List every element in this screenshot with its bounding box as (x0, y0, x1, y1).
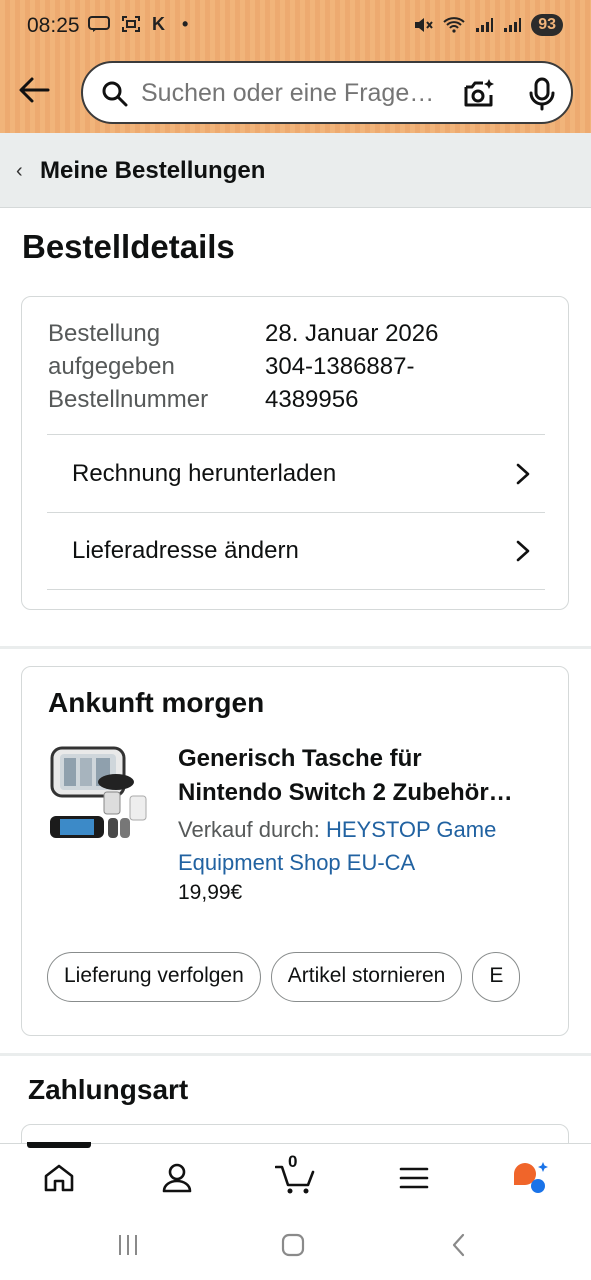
download-invoice-label: Rechnung herunterladen (72, 459, 337, 487)
section-divider (0, 1053, 591, 1056)
breadcrumb-label[interactable]: Meine Bestellungen (40, 157, 265, 185)
breadcrumb[interactable]: ‹ Meine Bestellungen (0, 133, 591, 208)
rufus-assistant-icon (514, 1162, 548, 1193)
chevron-right-icon (516, 463, 530, 484)
k-app-icon: K (152, 14, 172, 34)
placed-label-line1: Bestellung (48, 320, 161, 347)
seller-prefix: Verkauf durch: (178, 817, 326, 842)
search-bar[interactable] (81, 61, 573, 124)
scan-icon (122, 16, 141, 32)
more-action-button[interactable]: E (472, 952, 521, 1002)
nav-rufus[interactable] (510, 1158, 550, 1198)
product-title[interactable]: Generisch Tasche für Nintendo Switch 2 Z… (178, 742, 550, 810)
change-address-row[interactable]: Lieferadresse ändern (47, 512, 545, 590)
nav-account[interactable] (157, 1158, 197, 1198)
dot-icon: • (182, 14, 195, 34)
shipment-card: Ankunft morgen Generisch Tasche für Nint… (21, 666, 569, 1036)
product-title-line1: Generisch Tasche für (178, 745, 422, 772)
recent-apps-button[interactable] (113, 1230, 143, 1260)
placed-label-line2: aufgegeben (48, 353, 175, 380)
order-number-label: Bestellnummer (48, 386, 209, 413)
nav-cart[interactable]: 0 (274, 1152, 318, 1198)
app-header: 08:25 K • 93 (0, 0, 591, 133)
cart-count: 0 (288, 1152, 298, 1171)
order-values: 28. Januar 2026 304-1386887- 4389956 (265, 317, 495, 416)
product-title-line2: Nintendo Switch 2 Zubehör… (178, 779, 513, 806)
chevron-right-icon (516, 540, 530, 562)
order-number-line1: 304-1386887- (265, 353, 415, 380)
microphone-icon[interactable] (527, 77, 557, 111)
track-delivery-button[interactable]: Lieferung verfolgen (47, 952, 261, 1002)
shipment-actions: Lieferung verfolgen Artikel stornieren E (47, 952, 551, 1004)
status-bar: 08:25 K • 93 (0, 0, 591, 56)
recent-apps-icon (119, 1235, 137, 1255)
order-labels: Bestellung aufgegeben Bestellnummer (48, 317, 208, 416)
signal-icon-2 (504, 18, 522, 32)
order-date: 28. Januar 2026 (265, 320, 439, 347)
seller-link[interactable]: HEYSTOP Game (326, 817, 496, 842)
change-address-label: Lieferadresse ändern (72, 537, 299, 564)
battery-indicator: 93 (531, 14, 563, 36)
home-system-icon (281, 1233, 305, 1257)
download-invoice-row[interactable]: Rechnung herunterladen (47, 434, 545, 512)
product-price: 19,99€ (178, 881, 243, 904)
active-tab-indicator (27, 1142, 91, 1148)
bottom-navigation: 0 (0, 1142, 591, 1210)
camera-search-icon[interactable] (462, 77, 496, 111)
arrival-status: Ankunft morgen (48, 687, 265, 718)
section-divider (0, 646, 591, 649)
back-system-button[interactable] (444, 1230, 474, 1260)
notification-icons: K • (88, 14, 194, 35)
wifi-icon (443, 17, 465, 33)
account-icon (162, 1163, 192, 1193)
arrow-left-icon (19, 77, 50, 103)
signal-icon (476, 18, 494, 32)
order-summary-card: Bestellung aufgegeben Bestellnummer 28. … (21, 296, 569, 610)
system-navigation (0, 1210, 591, 1280)
chevron-left-icon: ‹ (16, 160, 23, 182)
back-button[interactable] (14, 70, 54, 110)
order-number-line2: 4389956 (265, 386, 359, 413)
nav-home[interactable] (39, 1158, 79, 1198)
back-system-icon (452, 1233, 465, 1257)
cancel-item-button[interactable]: Artikel stornieren (270, 952, 463, 1002)
seller-link-line2[interactable]: Equipment Shop EU-CA (178, 850, 415, 875)
search-input[interactable] (141, 75, 451, 111)
mute-icon (415, 18, 433, 32)
message-icon (88, 16, 110, 32)
product-image[interactable] (48, 742, 154, 846)
nav-menu[interactable] (394, 1158, 434, 1198)
home-icon (44, 1164, 74, 1192)
search-icon (102, 81, 128, 107)
seller-info: Verkauf durch: HEYSTOP Game Equipment Sh… (178, 813, 550, 879)
home-system-button[interactable] (278, 1230, 308, 1260)
payment-section-title: Zahlungsart (28, 1074, 189, 1105)
status-right: 93 (413, 14, 563, 36)
menu-icon (399, 1167, 429, 1189)
status-time: 08:25 (27, 14, 80, 37)
page-title: Bestelldetails (22, 228, 235, 265)
